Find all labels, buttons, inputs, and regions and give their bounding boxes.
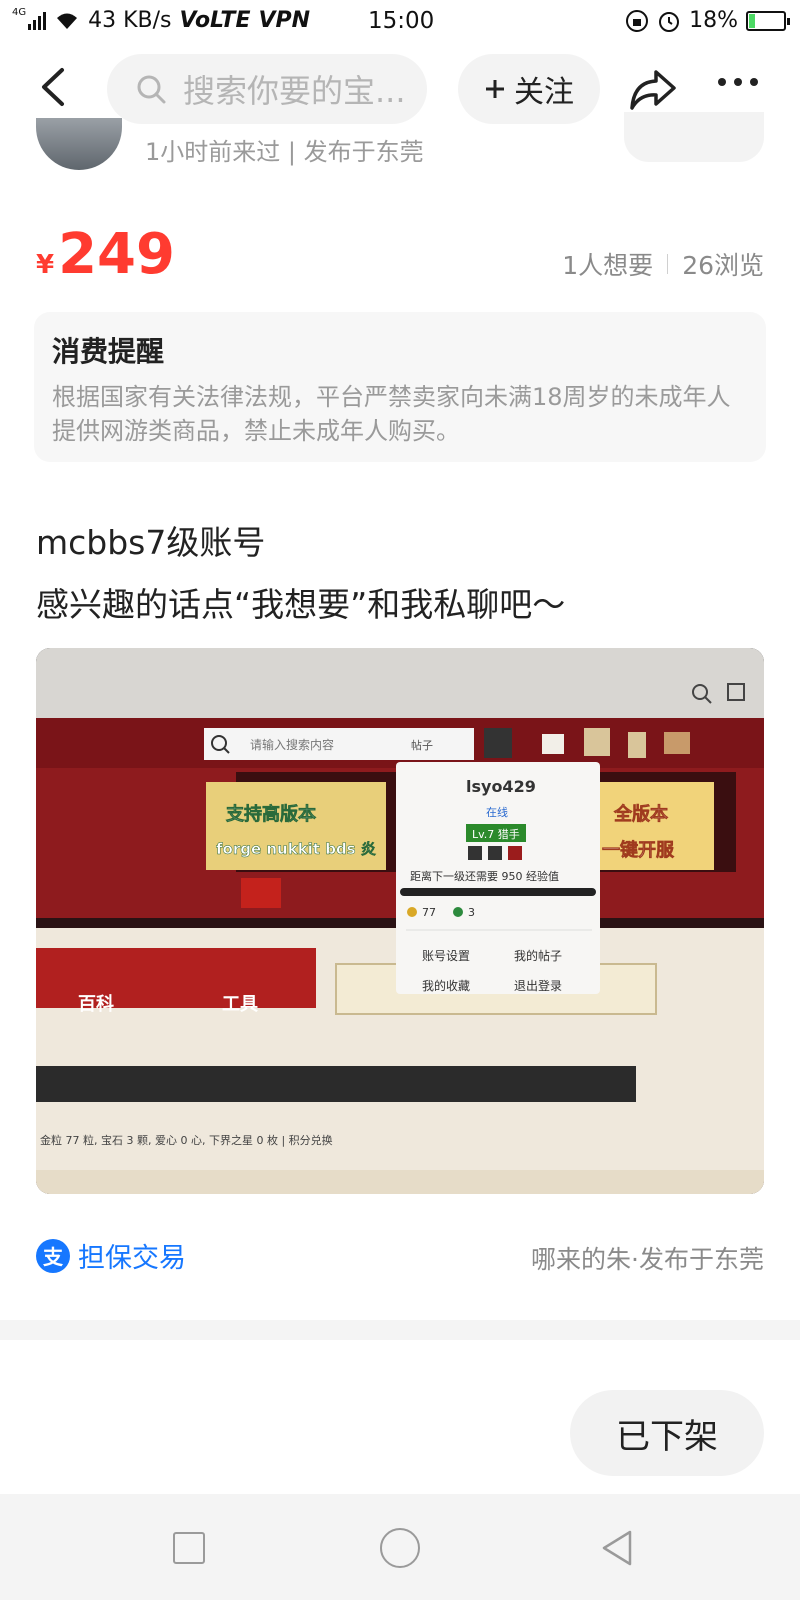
banner-left-sub: forge nukkit bds 炎	[216, 840, 376, 858]
currency-symbol: ¥	[36, 250, 55, 280]
seller-meta: 1小时前来过 | 发布于东莞	[145, 138, 424, 166]
item-photo[interactable]: 请输入搜索内容 帖子 支持高版本 forge nukkit bds 炎 全版本 …	[36, 648, 764, 1194]
alipay-icon: 支	[36, 1238, 70, 1273]
wifi-icon	[57, 13, 78, 29]
follow-label: 关注	[514, 75, 574, 110]
photo-tab-wiki: 百科	[78, 993, 114, 1015]
popup-gold: 77	[422, 906, 436, 919]
rotation-lock-icon	[626, 9, 649, 32]
plus-icon	[486, 80, 504, 98]
reminder-body: 根据国家有关法律法规，平台严禁卖家向未满18周岁的未成年人提供网游类商品，禁止未…	[52, 383, 731, 445]
system-nav-bar	[0, 1494, 800, 1600]
share-icon[interactable]	[628, 66, 678, 112]
guarantee-label: 担保交易	[78, 1243, 186, 1274]
photo-search-placeholder: 请输入搜索内容	[250, 737, 334, 752]
description-line-1: mcbbs7级账号	[36, 523, 266, 562]
description-line-2: 感兴趣的话点“我想要”和我私聊吧～	[36, 585, 566, 624]
price: ¥ 249	[36, 222, 175, 287]
section-divider	[0, 1320, 800, 1340]
item-description: mcbbs7级账号 感兴趣的话点“我想要”和我私聊吧～	[36, 512, 565, 636]
status-bar: 4G 43 KB/s VoLTE VPN 15:00 18%	[0, 0, 800, 44]
popup-status: 在线	[486, 805, 508, 819]
seller-avatar[interactable]	[36, 118, 122, 170]
popup-level: Lv.7 猎手	[472, 827, 520, 841]
popup-exp: 距离下一级还需要 950 经验值	[410, 869, 559, 883]
follow-button[interactable]: 关注	[458, 54, 600, 124]
price-amount: 249	[58, 222, 175, 287]
view-count: 26浏览	[682, 251, 764, 280]
banner-right-title: 全版本	[613, 803, 668, 825]
popup-menu-posts: 我的帖子	[514, 948, 562, 963]
popup-menu-settings: 账号设置	[422, 949, 470, 963]
photo-bottom-line: 金粒 77 粒, 宝石 3 颗, 爱心 0 心, 下界之星 0 枚 | 积分兑换	[40, 1133, 333, 1147]
battery-icon	[746, 10, 790, 31]
consumer-reminder-card: 消费提醒 根据国家有关法律法规，平台严禁卖家向未满18周岁的未成年人提供网游类商…	[34, 312, 766, 462]
popup-gem: 3	[468, 906, 475, 919]
search-bar[interactable]: 搜索你要的宝...	[107, 54, 427, 124]
alarm-icon	[659, 11, 680, 32]
publisher-origin: 哪来的朱·发布于东莞	[531, 1245, 764, 1274]
signal-icon	[28, 11, 47, 30]
popup-username: lsyo429	[466, 777, 536, 796]
popup-menu-favorites: 我的收藏	[422, 978, 470, 993]
home-icon[interactable]	[380, 1528, 420, 1568]
photo-search-type: 帖子	[411, 739, 433, 752]
clock: 15:00	[368, 8, 435, 34]
item-stats: 1人想要 26浏览	[562, 246, 764, 282]
stats-divider	[667, 254, 669, 274]
photo-content: 请输入搜索内容 帖子 支持高版本 forge nukkit bds 炎 全版本 …	[36, 648, 764, 1194]
volte-indicator: VoLTE	[179, 8, 251, 33]
vpn-indicator: VPN	[258, 8, 311, 33]
back-nav-icon[interactable]	[598, 1528, 638, 1568]
off-shelf-button[interactable]: 已下架	[570, 1390, 764, 1476]
search-placeholder: 搜索你要的宝...	[183, 72, 406, 110]
more-icon[interactable]	[718, 78, 758, 86]
want-count: 1人想要	[562, 251, 654, 280]
recents-icon[interactable]	[173, 1532, 205, 1564]
reminder-title: 消费提醒	[52, 335, 165, 368]
net-speed: 43 KB/s	[88, 8, 172, 33]
search-icon	[137, 75, 166, 104]
seller-follow-button[interactable]	[624, 112, 764, 162]
guarantee-trade[interactable]: 支 担保交易	[36, 1236, 186, 1275]
network-type: 4G	[12, 7, 27, 18]
photo-tab-tools: 工具	[222, 994, 258, 1015]
battery-percent: 18%	[689, 8, 738, 33]
back-icon[interactable]	[30, 62, 80, 112]
banner-left-title: 支持高版本	[225, 803, 316, 825]
banner-right-sub: 一键开服	[602, 839, 675, 861]
popup-menu-logout: 退出登录	[514, 978, 562, 993]
